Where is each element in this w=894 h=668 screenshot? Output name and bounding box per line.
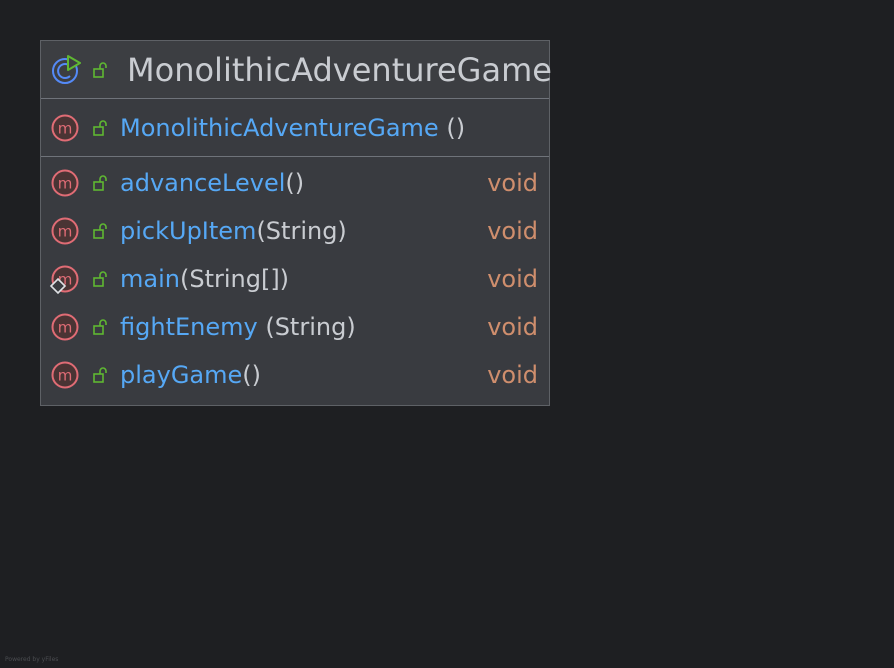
svg-text:m: m bbox=[58, 120, 73, 138]
method-params: (String) bbox=[257, 313, 356, 341]
method-row[interactable]: m pickUpItem(String) void bbox=[41, 207, 549, 255]
method-params: () bbox=[285, 169, 305, 197]
method-signature: fightEnemy (String) bbox=[120, 312, 356, 342]
svg-text:m: m bbox=[58, 319, 73, 337]
method-name: playGame bbox=[120, 361, 243, 389]
constructor-signature: MonolithicAdventureGame () bbox=[120, 113, 465, 143]
class-node[interactable]: MonolithicAdventureGame m MonolithicAdve… bbox=[40, 40, 552, 406]
method-signature: pickUpItem(String) bbox=[120, 216, 347, 246]
method-signature: advanceLevel() bbox=[120, 168, 304, 198]
method-params: () bbox=[242, 361, 261, 389]
method-params: (String) bbox=[256, 217, 347, 245]
return-type: void bbox=[487, 313, 538, 341]
method-row[interactable]: m advanceLevel() void bbox=[41, 159, 549, 207]
method-name: advanceLevel bbox=[120, 169, 286, 197]
public-lock-icon bbox=[93, 120, 107, 136]
static-diamond-icon bbox=[49, 277, 67, 295]
public-lock-icon bbox=[93, 175, 107, 191]
public-lock-icon bbox=[93, 319, 107, 335]
method-icon: m bbox=[51, 169, 79, 197]
method-name: pickUpItem bbox=[120, 217, 257, 245]
public-lock-icon bbox=[93, 62, 107, 78]
method-name: main bbox=[120, 265, 180, 293]
method-name: fightEnemy bbox=[120, 313, 258, 341]
method-row[interactable]: m playGame() void bbox=[41, 351, 549, 399]
method-signature: playGame() bbox=[120, 360, 261, 390]
constructor-section: m MonolithicAdventureGame () bbox=[41, 99, 549, 157]
return-type: void bbox=[487, 265, 538, 293]
return-type: void bbox=[487, 361, 538, 389]
public-lock-icon bbox=[93, 367, 107, 383]
method-row[interactable]: m fightEnemy (String) void bbox=[41, 303, 549, 351]
method-icon: m bbox=[51, 217, 79, 245]
method-params: (String[]) bbox=[179, 265, 290, 293]
class-header: MonolithicAdventureGame bbox=[41, 41, 552, 99]
class-name: MonolithicAdventureGame bbox=[127, 51, 552, 89]
constructor-name: MonolithicAdventureGame bbox=[120, 114, 439, 142]
constructor-row[interactable]: m MonolithicAdventureGame () bbox=[41, 104, 549, 152]
class-runnable-icon bbox=[52, 55, 81, 84]
svg-text:m: m bbox=[58, 175, 73, 193]
public-lock-icon bbox=[93, 223, 107, 239]
return-type: void bbox=[487, 169, 538, 197]
watermark: Powered by yFiles bbox=[5, 656, 59, 663]
method-icon: m bbox=[51, 361, 79, 389]
method-icon: m bbox=[51, 313, 79, 341]
method-signature: main(String[]) bbox=[120, 264, 289, 294]
public-lock-icon bbox=[93, 271, 107, 287]
method-row[interactable]: m main(String[]) void bbox=[41, 255, 549, 303]
svg-text:m: m bbox=[58, 223, 73, 241]
svg-text:m: m bbox=[58, 367, 73, 385]
constructor-params: () bbox=[438, 114, 466, 142]
return-type: void bbox=[487, 217, 538, 245]
method-icon: m bbox=[51, 114, 79, 142]
diagram-canvas[interactable]: MonolithicAdventureGame m MonolithicAdve… bbox=[0, 0, 894, 668]
